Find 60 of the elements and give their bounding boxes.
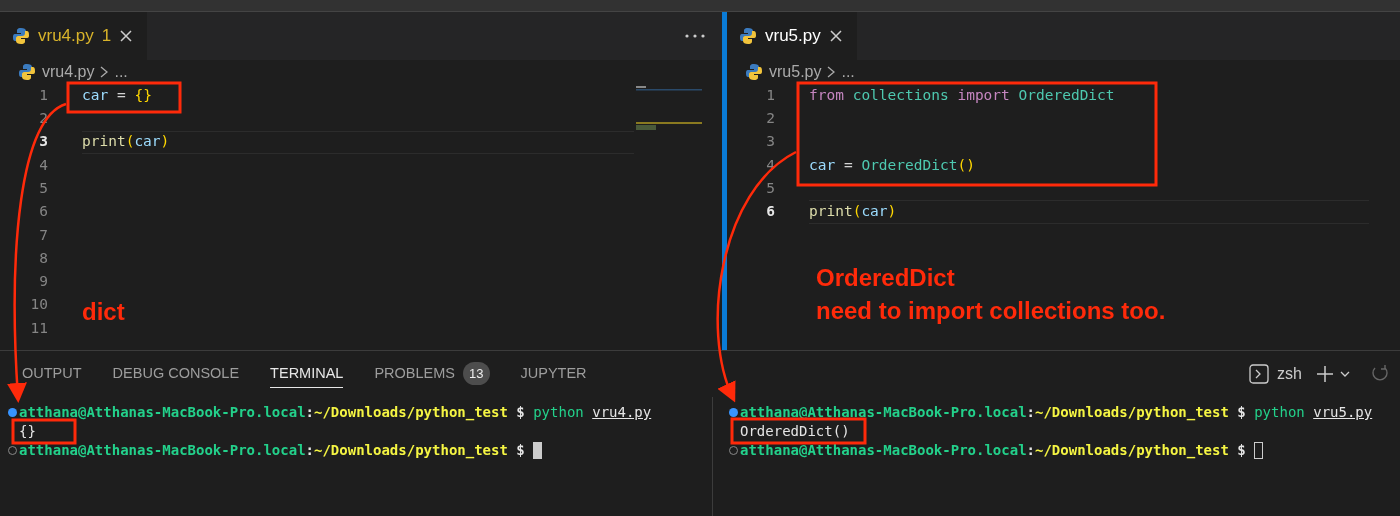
command-marker (729, 408, 738, 417)
panel-tab[interactable]: TERMINAL (270, 360, 344, 388)
panel-tab[interactable]: JUPYTER (520, 360, 587, 388)
code-line: print(car) (82, 132, 170, 152)
editor-tab[interactable]: vru5.py (727, 12, 857, 60)
terminal-line: atthana@Atthanas-MacBook-Pro.local:~/Downloads/python_test $ python vru4.py (19, 405, 652, 420)
line-number: 3 (38, 132, 48, 152)
terminal-line: {} (19, 424, 36, 439)
breadcrumb-item[interactable]: ... (114, 60, 128, 84)
line-number: 2 (765, 109, 775, 129)
line-number: 1 (38, 85, 48, 105)
code-line: car = {} (82, 85, 152, 105)
panel-tab[interactable]: OUTPUT (22, 360, 82, 388)
terminal-line: atthana@Atthanas-MacBook-Pro.local:~/Downloads/python_test $ python vru5.py (740, 405, 1373, 420)
annotation-text: OrderedDict (816, 265, 955, 292)
python-icon (739, 27, 757, 45)
annotation-text: dict (82, 299, 125, 326)
panel-tab[interactable]: PROBLEMS 13 (374, 360, 490, 388)
cursor (533, 442, 543, 459)
line-number: 1 (765, 85, 775, 105)
close-icon[interactable] (828, 29, 843, 43)
terminal-line: OrderedDict() (740, 424, 850, 439)
code-line: print(car) (809, 202, 897, 222)
terminal-line: atthana@Atthanas-MacBook-Pro.local:~/Downloads/python_test $ (740, 443, 1247, 458)
line-number: 11 (29, 318, 48, 338)
line-number: 5 (38, 178, 48, 198)
cursor (1254, 442, 1264, 459)
breadcrumb-item[interactable]: ... (841, 60, 855, 84)
line-number: 6 (38, 202, 48, 222)
command-marker (8, 408, 17, 417)
line-number: 4 (38, 155, 48, 175)
line-number: 3 (765, 132, 775, 152)
breadcrumb-item[interactable]: vru4.py (42, 60, 95, 84)
python-icon (12, 27, 30, 45)
line-number: 9 (38, 272, 48, 292)
line-number: 7 (38, 225, 48, 245)
python-icon (18, 63, 36, 81)
panel-tab[interactable]: DEBUG CONSOLE (112, 360, 240, 388)
line-number: 5 (765, 178, 775, 198)
terminal-icon[interactable] (1249, 364, 1270, 384)
close-icon[interactable] (119, 29, 134, 43)
terminal-line: atthana@Atthanas-MacBook-Pro.local:~/Downloads/python_test $ (19, 443, 526, 458)
problem-count: 13 (463, 361, 490, 386)
annotation-text: need to import collections too. (816, 298, 1166, 325)
code-line: from collections import OrderedDict (809, 85, 1115, 105)
plus-icon[interactable] (1316, 365, 1334, 383)
chevron-right-icon (100, 66, 109, 78)
line-number: 6 (765, 202, 775, 222)
breadcrumb-item[interactable]: vru5.py (769, 60, 822, 84)
more-actions-icon[interactable] (684, 33, 706, 39)
problem-count: 1 (101, 25, 112, 48)
chevron-down-icon[interactable] (1340, 370, 1350, 378)
line-number: 8 (38, 248, 48, 268)
code-line: car = OrderedDict() (809, 155, 975, 175)
shell-name[interactable]: zsh (1277, 362, 1302, 386)
python-icon (745, 63, 763, 81)
highlight-frame (11, 418, 77, 445)
chevron-right-icon (827, 66, 836, 78)
line-number: 10 (29, 295, 48, 315)
editor-tab[interactable]: vru4.py 1 (0, 12, 148, 60)
